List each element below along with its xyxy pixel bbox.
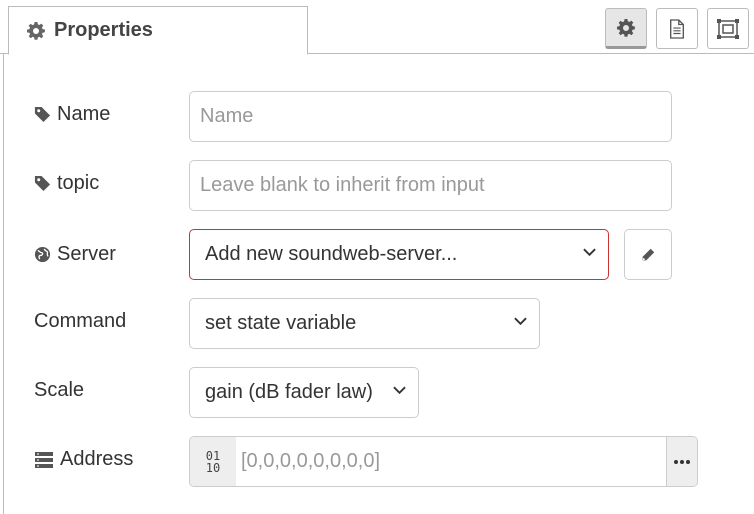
chevron-down-icon [583, 248, 596, 257]
chevron-down-icon [393, 386, 406, 395]
description-tab-button[interactable] [656, 8, 698, 49]
topic-placeholder: Leave blank to inherit from input [200, 174, 485, 196]
globe-icon [34, 246, 51, 263]
command-select[interactable]: set state variable [189, 298, 540, 349]
type-badge-top: 01 [205, 448, 221, 463]
topic-input[interactable]: Leave blank to inherit from input [189, 160, 672, 211]
command-select-value: set state variable [205, 312, 357, 334]
expand-editor-button[interactable] [666, 437, 697, 486]
server-label: Server [34, 243, 116, 266]
address-label-text: Address [60, 448, 134, 470]
scale-label: Scale [34, 379, 84, 402]
name-label: Name [34, 103, 110, 126]
address-label: Address [34, 448, 133, 471]
name-label-text: Name [57, 103, 111, 125]
edit-server-button[interactable] [624, 229, 672, 280]
settings-tab-button[interactable] [605, 8, 647, 49]
topic-label-text: topic [57, 172, 100, 194]
type-badge-bottom: 10 [205, 460, 221, 475]
tab-bar: Properties [0, 0, 754, 55]
command-label-text: Command [34, 310, 127, 332]
topic-label: topic [34, 172, 99, 195]
server-select[interactable]: Add new soundweb-server... [189, 229, 609, 280]
tab-properties[interactable]: Properties [8, 6, 308, 55]
scale-select[interactable]: gain (dB fader law) [189, 367, 419, 418]
scale-label-text: Scale [34, 379, 85, 401]
server-list-icon [35, 451, 53, 468]
appearance-tab-button[interactable] [707, 8, 749, 49]
tag-icon [34, 106, 51, 123]
binary-type-badge[interactable]: 01 10 [190, 437, 236, 486]
pencil-icon [642, 248, 655, 260]
scale-select-value: gain (dB fader law) [205, 381, 373, 403]
tag-icon [34, 175, 51, 192]
gear-icon [27, 21, 45, 40]
frame-icon [717, 18, 739, 39]
file-text-icon [670, 18, 684, 39]
address-value: [0,0,0,0,0,0,0,0] [241, 450, 380, 472]
address-typed-input[interactable]: 01 10 [0,0,0,0,0,0,0,0] [189, 436, 698, 487]
server-select-value: Add new soundweb-server... [205, 243, 458, 265]
command-label: Command [34, 310, 126, 333]
name-input[interactable]: Name [189, 91, 672, 142]
name-placeholder: Name [200, 105, 254, 127]
ellipsis-icon [674, 459, 690, 464]
gear-icon [617, 18, 635, 37]
chevron-down-icon [514, 317, 527, 326]
server-label-text: Server [57, 243, 116, 265]
tab-label: Properties [54, 19, 153, 41]
